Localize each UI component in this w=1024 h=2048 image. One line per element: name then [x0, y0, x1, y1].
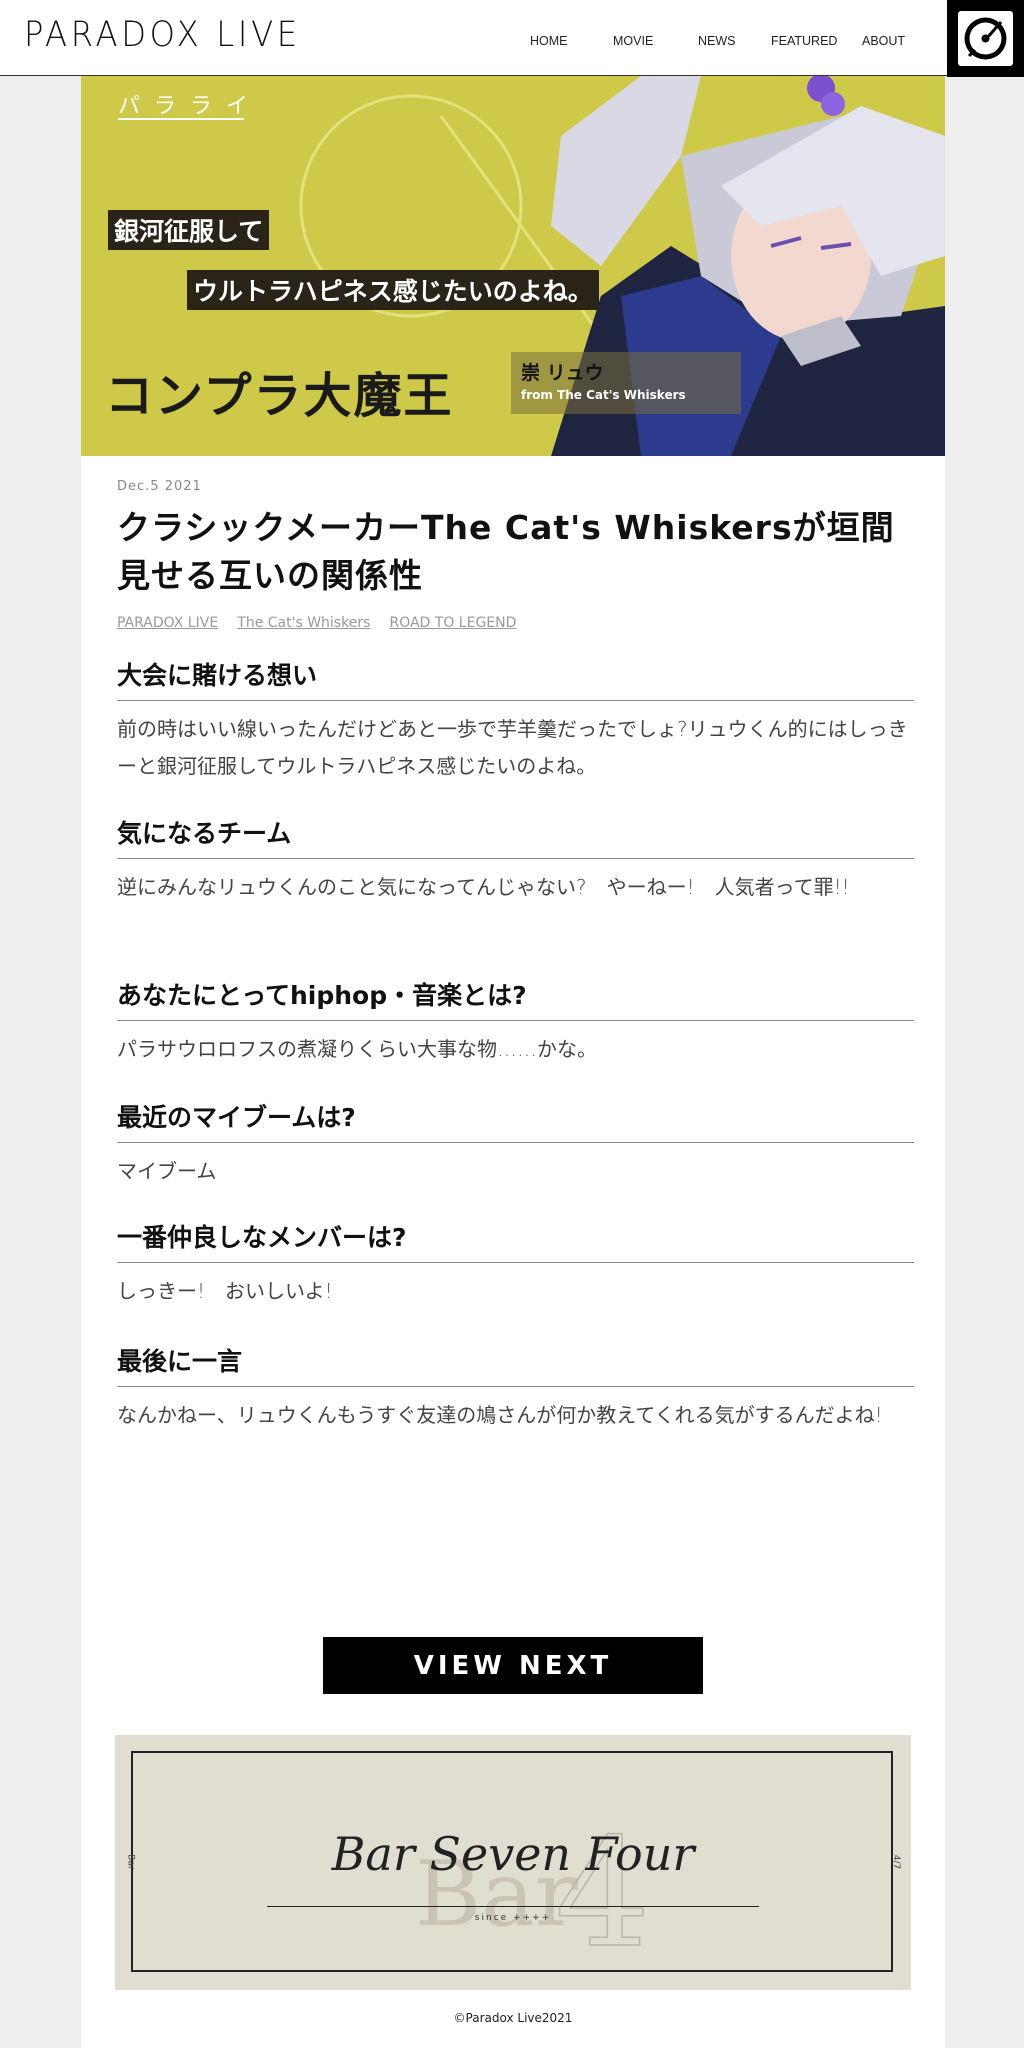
qa-section: 気になるチーム 逆にみんなリュウくんのこと気になってんじゃない? やーねー! 人… — [117, 814, 914, 906]
tag-link[interactable]: PARADOX LIVE — [117, 615, 218, 631]
hero-team-name: from The Cat's Whiskers — [521, 388, 686, 402]
music-player-button[interactable] — [947, 0, 1024, 77]
banner-side-label-right: 4/7 — [890, 1854, 901, 1870]
bar-seven-four-banner[interactable]: Bar 4 Bar Seven Four since ++++ Bar 4/7 — [115, 1735, 911, 1990]
qa-section: あなたにとってhiphop・音楽とは? パラサウロロフスの煮凝りくらい大事な物…… — [117, 976, 914, 1068]
qa-question: 大会に賭ける想い — [117, 656, 914, 701]
article-title: クラシックメーカーThe Cat's Whiskersが垣間見せる互いの関係性 — [117, 508, 895, 595]
qa-section: 最近のマイブームは? マイブーム — [117, 1098, 914, 1190]
banner-title: Bar Seven Four — [331, 1827, 695, 1881]
qa-question: 気になるチーム — [117, 814, 914, 859]
banner-underline — [267, 1906, 759, 1907]
nav-about[interactable]: ABOUT — [862, 34, 905, 48]
article-date: Dec.5 2021 — [117, 479, 202, 494]
nav-featured[interactable]: FEATURED — [771, 34, 837, 48]
nav-movie[interactable]: MOVIE — [613, 34, 653, 48]
copyright: ©Paradox Live2021 — [453, 2011, 573, 2025]
site-logo[interactable]: PARADOX LIVE — [24, 18, 301, 53]
qa-answer: マイブーム — [117, 1159, 217, 1183]
nav-home[interactable]: HOME — [530, 34, 568, 48]
hero-quote-line1: 銀河征服して — [108, 210, 270, 250]
hero-character-nickname: コンプラ大魔王 — [105, 368, 454, 424]
qa-answer: なんかねー、リュウくんもうすぐ友達の鳩さんが何か教えてくれる気がするんだよね! — [117, 1403, 883, 1427]
qa-question: 最近のマイブームは? — [117, 1098, 914, 1143]
qa-question: 一番仲良しなメンバーは? — [117, 1218, 914, 1263]
tag-link[interactable]: The Cat's Whiskers — [237, 615, 370, 631]
banner-side-label-left: Bar — [125, 1854, 136, 1870]
qa-answer: パラサウロロフスの煮凝りくらい大事な物……かな。 — [117, 1037, 597, 1061]
view-next-button[interactable]: VIEW NEXT — [323, 1637, 703, 1694]
qa-answer: 逆にみんなリュウくんのこと気になってんじゃない? やーねー! 人気者って罪!! — [117, 875, 850, 899]
qa-section: 大会に賭ける想い 前の時はいい線いったんだけどあと一歩で芋羊羹だったでしょ?リュ… — [117, 656, 914, 785]
tag-link[interactable]: ROAD TO LEGEND — [389, 615, 516, 631]
site-header: PARADOX LIVE HOME MOVIE NEWS FEATURED AB… — [0, 0, 1024, 77]
qa-question: 最後に一言 — [117, 1342, 914, 1387]
hero-character-name: 崇 リュウ — [521, 362, 604, 384]
banner-since: since ++++ — [474, 1913, 552, 1923]
qa-section: 最後に一言 なんかねー、リュウくんもうすぐ友達の鳩さんが何か教えてくれる気がする… — [117, 1342, 914, 1434]
hero-character-tag: 崇 リュウ from The Cat's Whiskers — [511, 352, 741, 414]
music-disc-icon — [958, 11, 1013, 66]
qa-answer: 前の時はいい線いったんだけどあと一歩で芋羊羹だったでしょ?リュウくん的にはしっき… — [117, 717, 908, 778]
hero-image: パラライ 銀河征服して ウルトラハピネス感じたいのよね。 コンプラ大魔王 崇 リ… — [81, 76, 945, 456]
qa-answer: しっきー! おいしいよ! — [117, 1279, 333, 1303]
nav-news[interactable]: NEWS — [698, 34, 736, 48]
article-column: パラライ 銀河征服して ウルトラハピネス感じたいのよね。 コンプラ大魔王 崇 リ… — [81, 76, 945, 2048]
hero-kana-underline — [118, 118, 244, 120]
hero-kana: パラライ — [118, 94, 263, 119]
article-tags: PARADOX LIVE The Cat's Whiskers ROAD TO … — [117, 612, 530, 631]
hero-quote-line2: ウルトラハピネス感じたいのよね。 — [187, 270, 599, 310]
qa-section: 一番仲良しなメンバーは? しっきー! おいしいよ! — [117, 1218, 914, 1310]
qa-question: あなたにとってhiphop・音楽とは? — [117, 976, 914, 1021]
